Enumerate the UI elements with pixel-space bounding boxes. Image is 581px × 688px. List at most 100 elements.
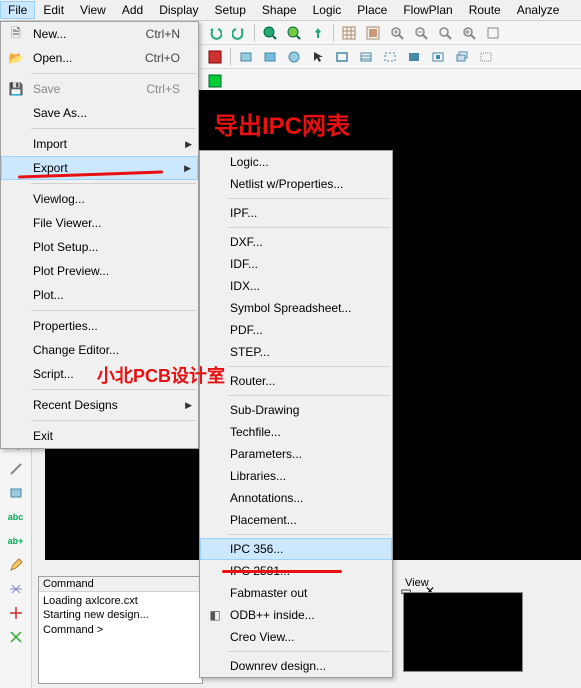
menu-shape[interactable]: Shape [254,1,305,19]
export-logic[interactable]: Logic... [200,151,392,173]
swatch-green-icon[interactable] [204,70,226,92]
menu-logic[interactable]: Logic [305,1,350,19]
export-placement[interactable]: Placement... [200,509,392,531]
sep [31,128,196,129]
export-subdrawing[interactable]: Sub-Drawing [200,399,392,421]
zoom-prev-icon[interactable] [458,22,480,44]
sep [228,198,390,199]
undo-icon[interactable] [204,22,226,44]
file-plotsetup[interactable]: Plot Setup... [1,235,198,259]
file-import[interactable]: Import▶ [1,132,198,156]
file-saveas[interactable]: Save As... [1,101,198,125]
menu-flowplan[interactable]: FlowPlan [395,1,460,19]
menu-analyze[interactable]: Analyze [509,1,568,19]
redo-icon[interactable] [228,22,250,44]
export-odb[interactable]: ◧ ODB++ inside... [200,604,392,626]
export-techfile[interactable]: Techfile... [200,421,392,443]
zoom-area-icon[interactable] [434,22,456,44]
export-step[interactable]: STEP... [200,341,392,363]
grid-icon[interactable] [338,22,360,44]
cross-red-icon[interactable] [5,602,27,624]
rect-solid-icon[interactable] [403,46,425,68]
command-panel: Command Loading axlcore.cxt Starting new… [38,576,203,684]
rect-void-icon[interactable] [427,46,449,68]
zoom-all-icon[interactable] [482,22,504,44]
export-fabmaster[interactable]: Fabmaster out [200,582,392,604]
text-add-icon[interactable]: ab+ [5,530,27,552]
line-icon[interactable] [5,458,27,480]
text-tool-icon[interactable]: abc [5,506,27,528]
export-idf[interactable]: IDF... [200,253,392,275]
shape-fill-icon[interactable] [259,46,281,68]
command-body[interactable]: Loading axlcore.cxt Starting new design.… [39,592,202,639]
file-viewlog[interactable]: Viewlog... [1,187,198,211]
command-line: Loading axlcore.cxt [43,594,198,608]
zoom-world-icon[interactable] [259,22,281,44]
export-idx[interactable]: IDX... [200,275,392,297]
menu-file[interactable]: File [0,1,35,19]
file-save[interactable]: 💾 SaveCtrl+S [1,77,198,101]
file-fileviewer[interactable]: File Viewer... [1,211,198,235]
grid2-icon[interactable] [362,22,384,44]
export-ipf[interactable]: IPF... [200,202,392,224]
rect-hatch-icon[interactable] [355,46,377,68]
file-plotpreview[interactable]: Plot Preview... [1,259,198,283]
color-swatch-icon[interactable] [204,46,226,68]
export-libraries[interactable]: Libraries... [200,465,392,487]
export-router[interactable]: Router... [200,370,392,392]
file-properties[interactable]: Properties... [1,314,198,338]
view-thumbnail[interactable] [403,592,523,672]
view-panel: View [401,576,581,684]
sep [228,366,390,367]
command-title: Command [39,577,202,592]
export-submenu: Logic... Netlist w/Properties... IPF... … [199,150,393,678]
export-ipc2581[interactable]: IPC 2581... [200,560,392,582]
rect-tool-icon[interactable] [5,482,27,504]
zoom-out-icon[interactable] [410,22,432,44]
menu-setup[interactable]: Setup [207,1,254,19]
rect-stack-icon[interactable] [451,46,473,68]
export-parameters[interactable]: Parameters... [200,443,392,465]
edit-icon[interactable] [5,554,27,576]
export-netlist[interactable]: Netlist w/Properties... [200,173,392,195]
menu-view[interactable]: View [72,1,114,19]
file-open[interactable]: 📂 Open...Ctrl+O [1,46,198,70]
rect-dash-icon[interactable] [379,46,401,68]
menu-route[interactable]: Route [461,1,509,19]
file-exit[interactable]: Exit [1,424,198,448]
sep [228,227,390,228]
export-creo[interactable]: Creo View... [200,626,392,648]
zoom-in-icon[interactable] [386,22,408,44]
sep [228,395,390,396]
export-ipc356[interactable]: IPC 356... [200,538,392,560]
menu-place[interactable]: Place [349,1,395,19]
file-script[interactable]: Script... [1,362,198,386]
file-menu: 🗎 New...Ctrl+N 📂 Open...Ctrl+O 💾 SaveCtr… [0,21,199,449]
menu-add[interactable]: Add [114,1,151,19]
file-new[interactable]: 🗎 New...Ctrl+N [1,22,198,46]
new-icon: 🗎 [5,24,27,45]
shape-rect-icon[interactable] [235,46,257,68]
export-dxf[interactable]: DXF... [200,231,392,253]
rect-defer-icon[interactable] [475,46,497,68]
file-recent[interactable]: Recent Designs▶ [1,393,198,417]
pin-icon[interactable] [307,22,329,44]
open-icon: 📂 [5,51,27,65]
sep [31,183,196,184]
export-downrev[interactable]: Downrev design... [200,655,392,677]
zoom-fit-icon[interactable] [283,22,305,44]
export-pdf[interactable]: PDF... [200,319,392,341]
select-arrow-icon[interactable] [307,46,329,68]
shape-circle-icon[interactable] [283,46,305,68]
rect-outline-icon[interactable] [331,46,353,68]
export-symsheet[interactable]: Symbol Spreadsheet... [200,297,392,319]
menu-display[interactable]: Display [151,1,206,19]
cross-signal-icon[interactable] [5,578,27,600]
menu-edit[interactable]: Edit [35,1,72,19]
file-export[interactable]: Export▶ [1,156,198,180]
file-changeeditor[interactable]: Change Editor... [1,338,198,362]
sep [31,310,196,311]
export-annotations[interactable]: Annotations... [200,487,392,509]
cross-green-icon[interactable] [5,626,27,648]
file-plot[interactable]: Plot... [1,283,198,307]
